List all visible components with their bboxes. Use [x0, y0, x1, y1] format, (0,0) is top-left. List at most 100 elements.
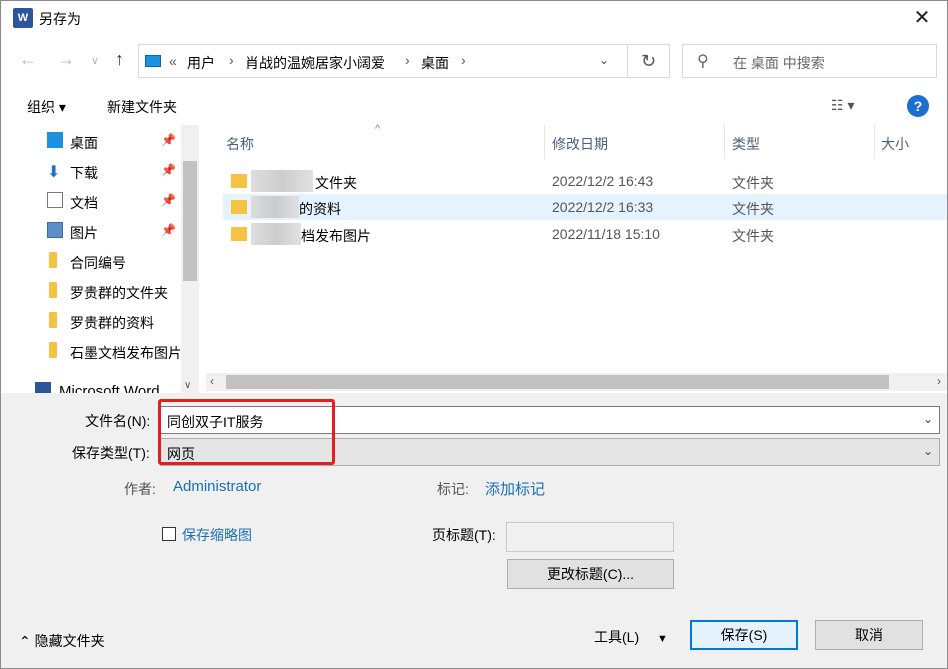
pin-icon: 📌 — [161, 133, 176, 147]
folder-icon — [49, 342, 57, 358]
breadcrumb-desktop[interactable]: 桌面 — [421, 53, 449, 73]
refresh-icon[interactable]: ↻ — [628, 44, 670, 78]
folder-icon — [231, 174, 247, 188]
pin-icon: 📌 — [161, 193, 176, 207]
help-icon[interactable]: ? — [907, 95, 929, 117]
hide-folders-toggle[interactable]: ⌃ 隐藏文件夹 — [19, 631, 105, 651]
sidebar-item-label: Microsoft Word — [59, 383, 160, 393]
view-options-icon[interactable]: ☷ ▾ — [831, 97, 854, 114]
address-bar[interactable]: « 用户 › 肖战的温婉居家小阔爱 › 桌面 › ⌄ — [138, 44, 628, 78]
this-pc-icon — [145, 55, 161, 67]
scroll-left-icon[interactable]: ‹ — [210, 374, 214, 388]
blurred-name — [251, 170, 313, 192]
sidebar-item-label: 罗贵群的文件夹 — [70, 285, 168, 301]
save-button[interactable]: 保存(S) — [690, 620, 798, 650]
thumbnail-label[interactable]: 保存缩略图 — [182, 525, 252, 545]
address-dropdown-icon[interactable]: ⌄ — [599, 53, 609, 67]
file-date: 2022/12/2 16:43 — [552, 173, 654, 189]
file-list: ^ 名称 修改日期 类型 大小 文件夹 2022/12/2 16:43 文件夹 … — [201, 123, 947, 393]
column-header-type[interactable]: 类型 — [725, 125, 875, 159]
save-as-dialog: W 另存为 ✕ ← → ∨ ↑ « 用户 › 肖战的温婉居家小阔爱 › 桌面 ›… — [0, 0, 948, 669]
highlight-annotation — [158, 399, 335, 465]
breadcrumb-users[interactable]: 用户 — [187, 53, 215, 73]
sidebar-item-label: 桌面 — [70, 135, 98, 151]
command-bar: 组织 ▾ 新建文件夹 ☷ ▾ ? — [1, 87, 947, 125]
sidebar-item-folder[interactable]: 罗贵群的资料 — [1, 307, 181, 335]
navigation-bar: ← → ∨ ↑ « 用户 › 肖战的温婉居家小阔爱 › 桌面 › ⌄ ↻ ⚲ 在… — [1, 35, 947, 87]
sidebar-item-desktop[interactable]: 桌面 📌 — [1, 127, 181, 155]
close-icon[interactable]: ✕ — [907, 3, 937, 33]
change-title-button[interactable]: 更改标题(C)... — [507, 559, 674, 589]
window-title: 另存为 — [39, 11, 81, 27]
forward-arrow-icon[interactable]: → — [57, 49, 75, 70]
tools-menu[interactable]: 工具(L) ▼ — [594, 627, 668, 647]
sidebar-item-label: 石墨文档发布图片 — [70, 345, 180, 361]
author-value[interactable]: Administrator — [173, 478, 261, 495]
sidebar-item-label: 下载 — [70, 165, 98, 181]
breadcrumb-separator-icon[interactable]: › — [229, 52, 234, 68]
folder-icon — [49, 312, 57, 328]
sidebar-item-pictures[interactable]: 图片 📌 — [1, 217, 181, 245]
scroll-down-icon[interactable]: ∨ — [184, 380, 191, 391]
sidebar-item-folder[interactable]: 合同编号 — [1, 247, 181, 275]
sidebar-item-label: 图片 — [70, 225, 98, 241]
table-row[interactable]: 文件夹 2022/12/2 16:43 文件夹 — [223, 168, 947, 194]
table-row[interactable]: 的资料 2022/12/2 16:33 文件夹 — [223, 194, 947, 220]
pin-icon: 📌 — [161, 163, 176, 177]
file-type: 文件夹 — [732, 228, 774, 244]
sidebar-scrollbar[interactable]: ∨ — [181, 125, 199, 393]
sidebar-item-word[interactable]: Microsoft Word — [1, 377, 181, 393]
navigation-pane: 桌面 📌 ⬇ 下载 📌 文档 📌 图片 📌 合同编号 罗贵群的文件夹 罗贵群的资… — [1, 125, 201, 393]
breadcrumb-user-folder[interactable]: 肖战的温婉居家小阔爱 — [245, 53, 385, 73]
chevron-down-icon: ▼ — [657, 633, 668, 645]
sidebar-item-documents[interactable]: 文档 📌 — [1, 187, 181, 215]
thumbnail-checkbox[interactable] — [162, 527, 176, 541]
folder-icon — [49, 282, 57, 298]
page-title-input[interactable] — [506, 522, 674, 552]
column-label: 类型 — [732, 136, 760, 152]
blurred-name — [251, 223, 301, 245]
tags-value[interactable]: 添加标记 — [485, 478, 545, 499]
scrollbar-thumb[interactable] — [226, 375, 889, 389]
new-folder-button[interactable]: 新建文件夹 — [107, 97, 177, 117]
file-type: 文件夹 — [732, 201, 774, 217]
column-header-size[interactable]: 大小 — [875, 125, 947, 159]
chevron-up-icon: ⌃ — [19, 633, 31, 649]
column-label: 名称 — [226, 136, 254, 152]
sidebar-item-folder[interactable]: 罗贵群的文件夹 — [1, 277, 181, 305]
scroll-right-icon[interactable]: › — [937, 374, 941, 388]
download-icon: ⬇ — [47, 164, 61, 181]
file-date: 2022/11/18 15:10 — [552, 226, 660, 242]
hide-folders-label: 隐藏文件夹 — [34, 633, 105, 649]
column-label: 修改日期 — [552, 136, 608, 152]
horizontal-scrollbar[interactable]: ‹ › — [206, 373, 947, 391]
sidebar-item-downloads[interactable]: ⬇ 下载 📌 — [1, 157, 181, 185]
tools-label: 工具(L) — [594, 629, 640, 645]
word-icon — [35, 382, 51, 393]
back-arrow-icon[interactable]: ← — [19, 49, 37, 70]
author-label: 作者: — [124, 481, 156, 497]
table-row[interactable]: 档发布图片 2022/11/18 15:10 文件夹 — [223, 221, 947, 247]
column-header-date[interactable]: 修改日期 — [545, 125, 725, 159]
folder-icon — [231, 200, 247, 214]
picture-icon — [47, 222, 63, 238]
breadcrumb-separator-icon[interactable]: › — [461, 52, 466, 68]
chevron-down-icon[interactable]: ⌄ — [923, 444, 933, 458]
word-app-icon: W — [13, 8, 33, 28]
scrollbar-thumb[interactable] — [183, 161, 197, 281]
sidebar-item-folder[interactable]: 石墨文档发布图片 — [1, 337, 181, 365]
folder-icon — [49, 252, 57, 268]
pin-icon: 📌 — [161, 223, 176, 237]
column-label: 大小 — [881, 136, 909, 152]
organize-button[interactable]: 组织 ▾ — [27, 97, 66, 117]
page-title-label: 页标题(T): — [432, 527, 496, 543]
recent-dropdown-icon[interactable]: ∨ — [91, 54, 99, 67]
chevron-down-icon[interactable]: ⌄ — [923, 412, 933, 426]
title-bar: W 另存为 ✕ — [1, 1, 947, 35]
up-arrow-icon[interactable]: ↑ — [115, 49, 124, 70]
search-box[interactable]: ⚲ 在 桌面 中搜索 — [682, 44, 937, 78]
column-header-name[interactable]: ^ 名称 — [201, 123, 545, 159]
cancel-button[interactable]: 取消 — [815, 620, 923, 650]
breadcrumb-overflow[interactable]: « — [169, 53, 177, 69]
breadcrumb-separator-icon[interactable]: › — [405, 52, 410, 68]
